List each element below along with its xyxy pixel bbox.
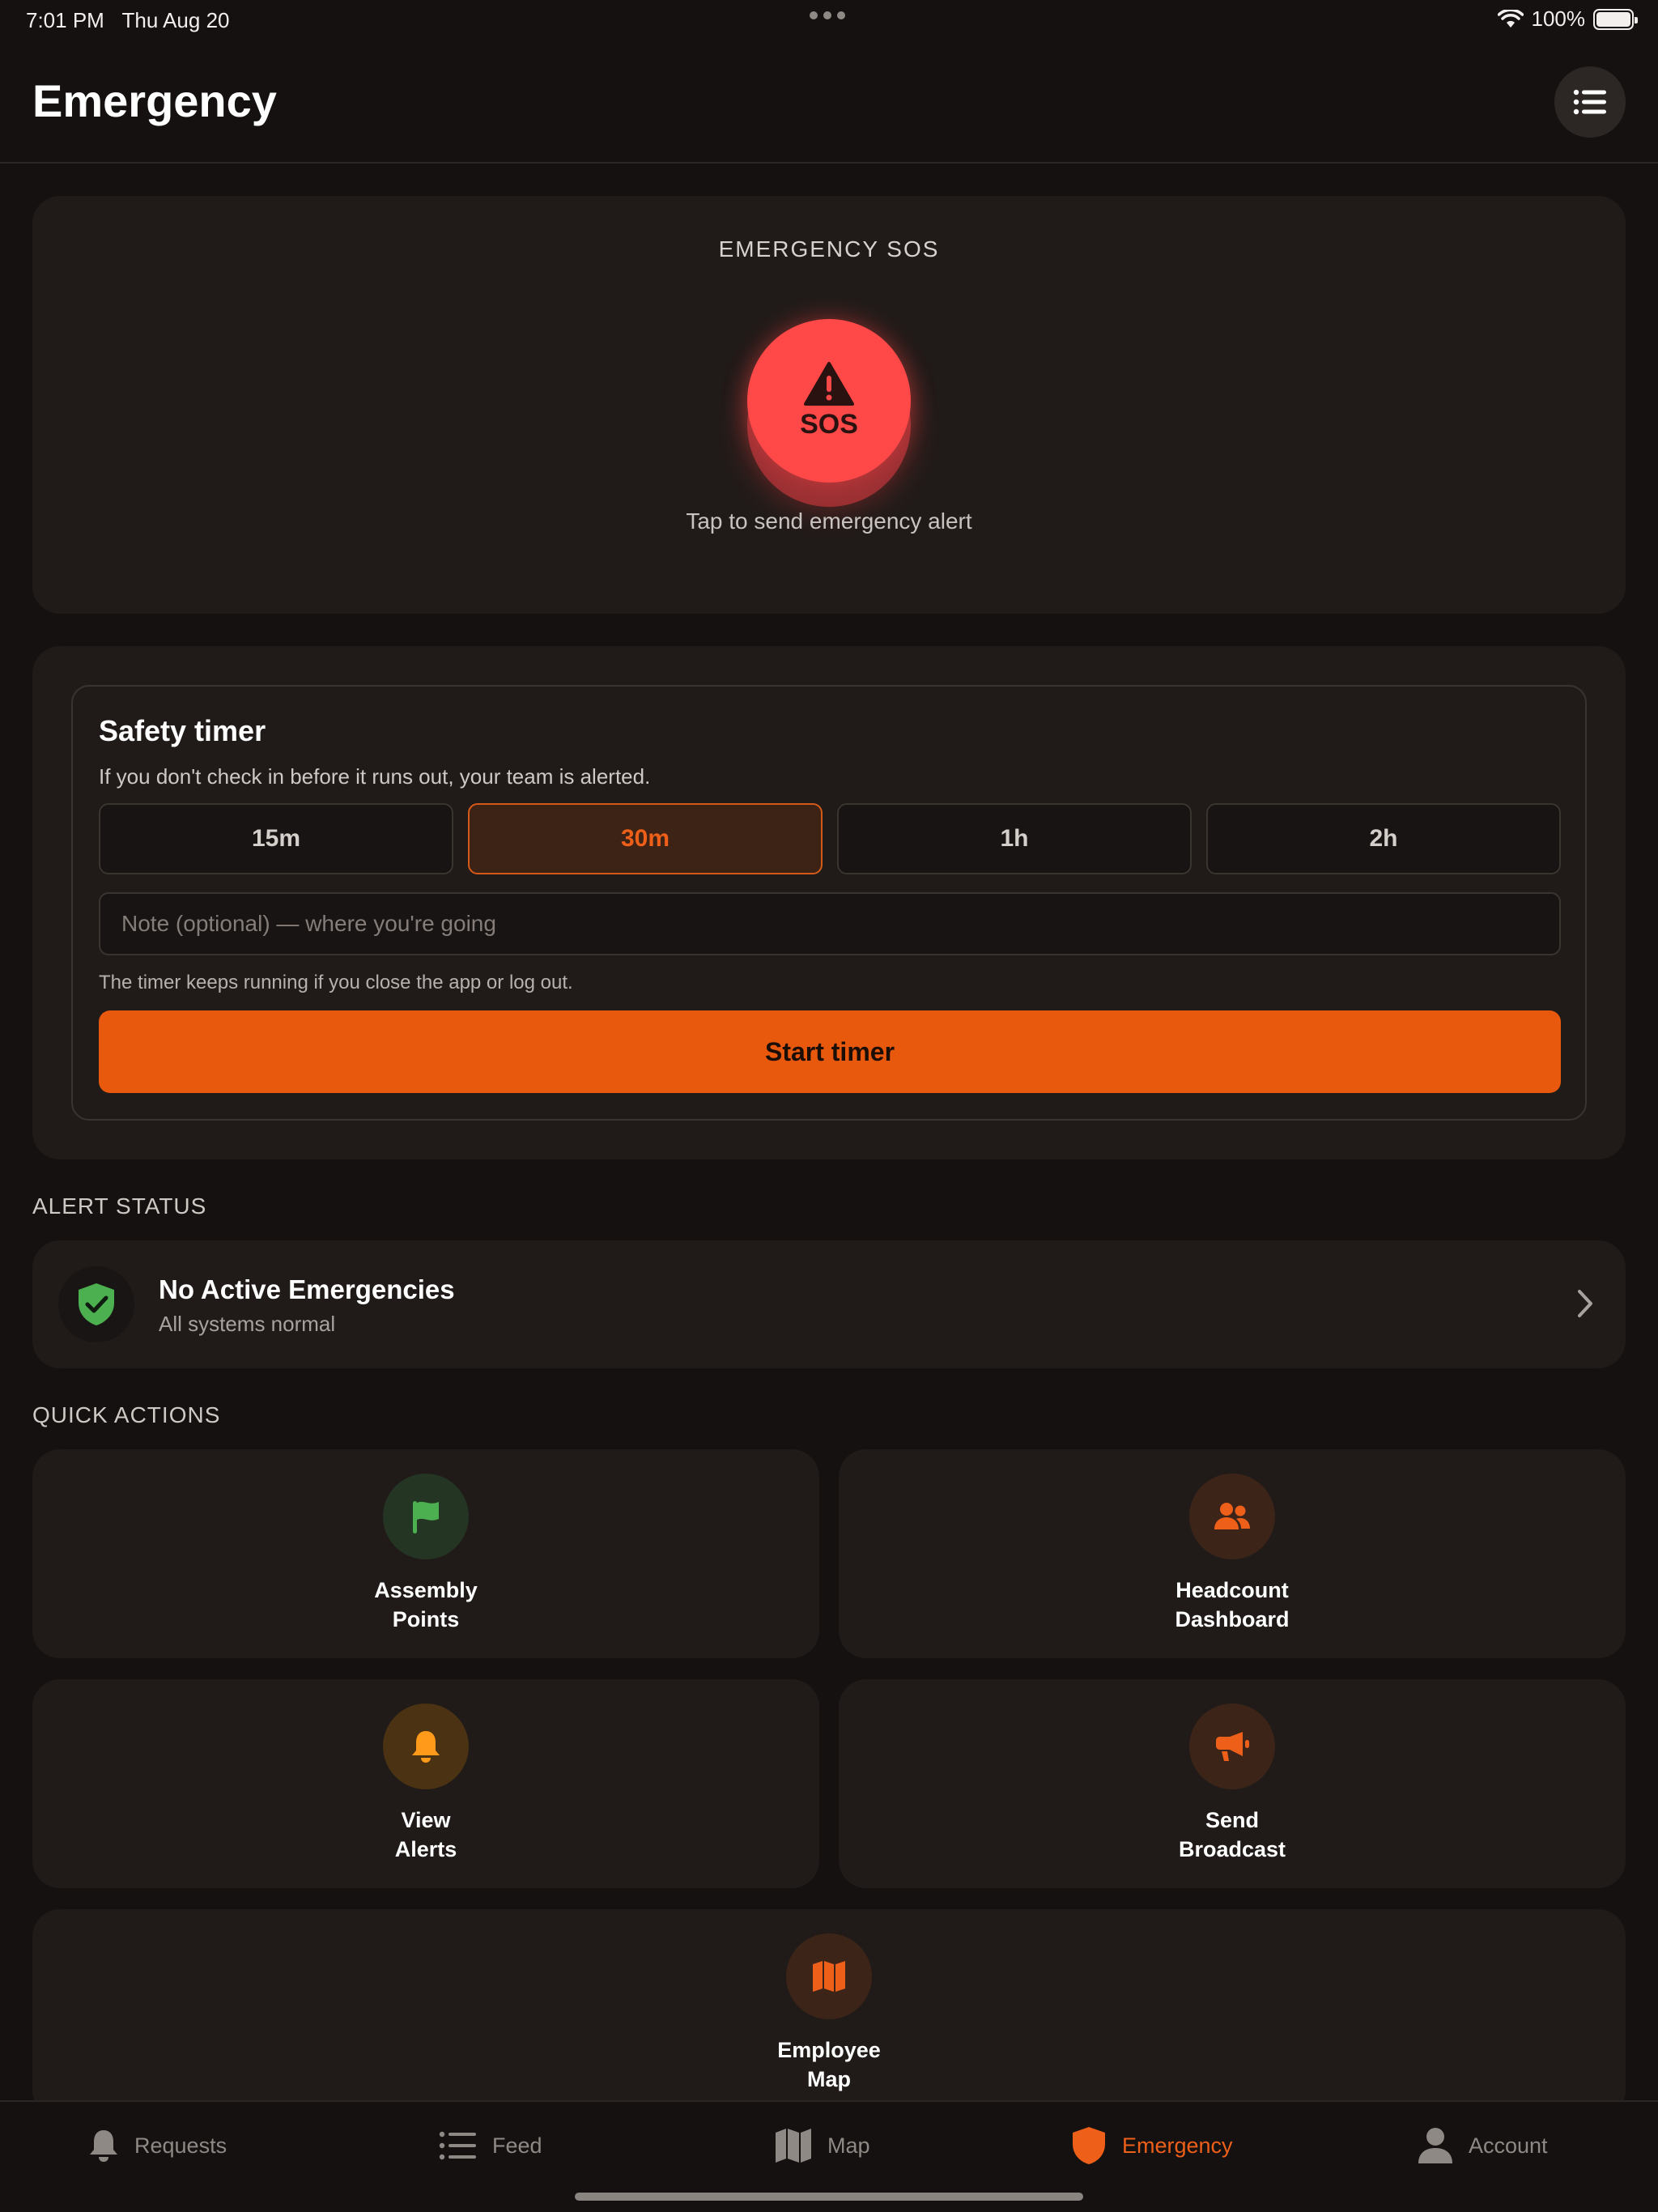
- employee-map-label: Employee Map: [32, 2035, 1626, 2094]
- tab-feed[interactable]: Feed: [439, 2121, 542, 2170]
- assembly-points-label-line2: Points: [392, 1607, 460, 1631]
- menu-button[interactable]: [1554, 66, 1626, 138]
- view-alerts-label: View Alerts: [32, 1806, 819, 1864]
- warning-icon: [804, 361, 854, 406]
- list-icon: [439, 2131, 476, 2160]
- flag-icon: [413, 1501, 439, 1534]
- sos-button[interactable]: SOS: [747, 319, 911, 483]
- headcount-dashboard-button[interactable]: Headcount Dashboard: [839, 1449, 1626, 1658]
- battery-icon: [1593, 8, 1638, 30]
- sos-title: EMERGENCY SOS: [718, 236, 940, 262]
- alert-status-icon-wrap: [58, 1266, 134, 1342]
- duration-1h-button[interactable]: 1h: [837, 803, 1192, 874]
- note-input[interactable]: [99, 892, 1561, 955]
- tab-requests[interactable]: Requests: [87, 2121, 227, 2170]
- tab-map-label: Map: [827, 2133, 870, 2158]
- alert-status-card[interactable]: No Active Emergencies All systems normal: [32, 1240, 1626, 1368]
- safety-timer-description: If you don't check in before it runs out…: [99, 764, 651, 789]
- safety-timer-panel: Safety timer If you don't check in befor…: [71, 685, 1587, 1121]
- alert-status-subtitle: All systems normal: [159, 1312, 336, 1336]
- tab-bar: Requests Feed Map Emergency Account: [0, 2100, 1658, 2212]
- bell-icon: [90, 2130, 117, 2162]
- sos-label: SOS: [800, 408, 858, 440]
- wifi-icon: [1497, 9, 1524, 28]
- header: Emergency: [0, 39, 1658, 164]
- status-clock: 7:01 PM: [26, 8, 104, 32]
- send-broadcast-button[interactable]: Send Broadcast: [839, 1679, 1626, 1888]
- chevron-right-icon: [1578, 1290, 1592, 1317]
- tab-requests-label: Requests: [134, 2133, 227, 2158]
- tab-map[interactable]: Map: [774, 2121, 870, 2170]
- status-bar: 7:01 PM Thu Aug 20 100%: [0, 0, 1658, 39]
- person-icon: [1418, 2128, 1452, 2163]
- map-icon: [813, 1961, 845, 1992]
- employee-map-label-line1: Employee: [777, 2038, 881, 2062]
- safety-timer-card: Safety timer If you don't check in befor…: [32, 646, 1626, 1159]
- home-indicator[interactable]: [575, 2193, 1083, 2201]
- alert-status-title: No Active Emergencies: [159, 1274, 455, 1304]
- megaphone-icon-wrap: [1189, 1704, 1275, 1789]
- tab-emergency[interactable]: Emergency: [1070, 2121, 1233, 2170]
- headcount-dashboard-label-line2: Dashboard: [1175, 1607, 1290, 1631]
- send-broadcast-label-line1: Send: [1205, 1808, 1259, 1832]
- shield-icon: [1073, 2127, 1105, 2164]
- bell-icon-wrap: [383, 1704, 469, 1789]
- people-icon-wrap: [1189, 1474, 1275, 1559]
- employee-map-label-line2: Map: [807, 2067, 851, 2091]
- headcount-dashboard-label: Headcount Dashboard: [839, 1576, 1626, 1634]
- tab-account[interactable]: Account: [1417, 2121, 1548, 2170]
- sos-hint: Tap to send emergency alert: [686, 508, 972, 534]
- send-broadcast-label-line2: Broadcast: [1178, 1837, 1286, 1861]
- send-broadcast-label: Send Broadcast: [839, 1806, 1626, 1864]
- sos-button-wrap[interactable]: SOS: [747, 319, 911, 507]
- tab-feed-label: Feed: [492, 2133, 542, 2158]
- map-icon: [776, 2129, 811, 2163]
- duration-options: 15m 30m 1h 2h: [99, 803, 1561, 874]
- battery-percent: 100%: [1531, 6, 1586, 31]
- flag-icon-wrap: [383, 1474, 469, 1559]
- employee-map-button[interactable]: Employee Map: [32, 1909, 1626, 2118]
- assembly-points-label: Assembly Points: [32, 1576, 819, 1634]
- duration-30m-button[interactable]: 30m: [468, 803, 823, 874]
- quick-actions-label: QUICK ACTIONS: [32, 1402, 221, 1427]
- shield-check-icon: [79, 1283, 114, 1325]
- tab-emergency-label: Emergency: [1122, 2133, 1233, 2158]
- headcount-dashboard-label-line1: Headcount: [1175, 1578, 1289, 1602]
- duration-2h-button[interactable]: 2h: [1206, 803, 1561, 874]
- view-alerts-label-line2: Alerts: [394, 1837, 457, 1861]
- people-icon: [1214, 1503, 1250, 1529]
- view-alerts-button[interactable]: View Alerts: [32, 1679, 819, 1888]
- multitasking-dots-icon[interactable]: [810, 11, 845, 19]
- status-date: Thu Aug 20: [121, 8, 230, 32]
- map-icon-wrap: [786, 1933, 872, 2019]
- megaphone-icon: [1216, 1732, 1249, 1761]
- status-time: 7:01 PM Thu Aug 20: [26, 8, 230, 33]
- safety-timer-footnote: The timer keeps running if you close the…: [99, 972, 573, 993]
- safety-timer-title: Safety timer: [99, 714, 266, 747]
- tab-account-label: Account: [1469, 2133, 1548, 2158]
- page-title: Emergency: [32, 75, 277, 126]
- alert-status-label: ALERT STATUS: [32, 1193, 207, 1219]
- view-alerts-label-line1: View: [401, 1808, 451, 1832]
- assembly-points-label-line1: Assembly: [374, 1578, 478, 1602]
- status-right: 100%: [1497, 6, 1638, 32]
- assembly-points-button[interactable]: Assembly Points: [32, 1449, 819, 1658]
- start-timer-button[interactable]: Start timer: [99, 1010, 1561, 1093]
- duration-15m-button[interactable]: 15m: [99, 803, 453, 874]
- list-icon: [1573, 89, 1606, 115]
- bell-icon: [412, 1731, 440, 1763]
- sos-card: EMERGENCY SOS SOS Tap to send emergency …: [32, 196, 1626, 614]
